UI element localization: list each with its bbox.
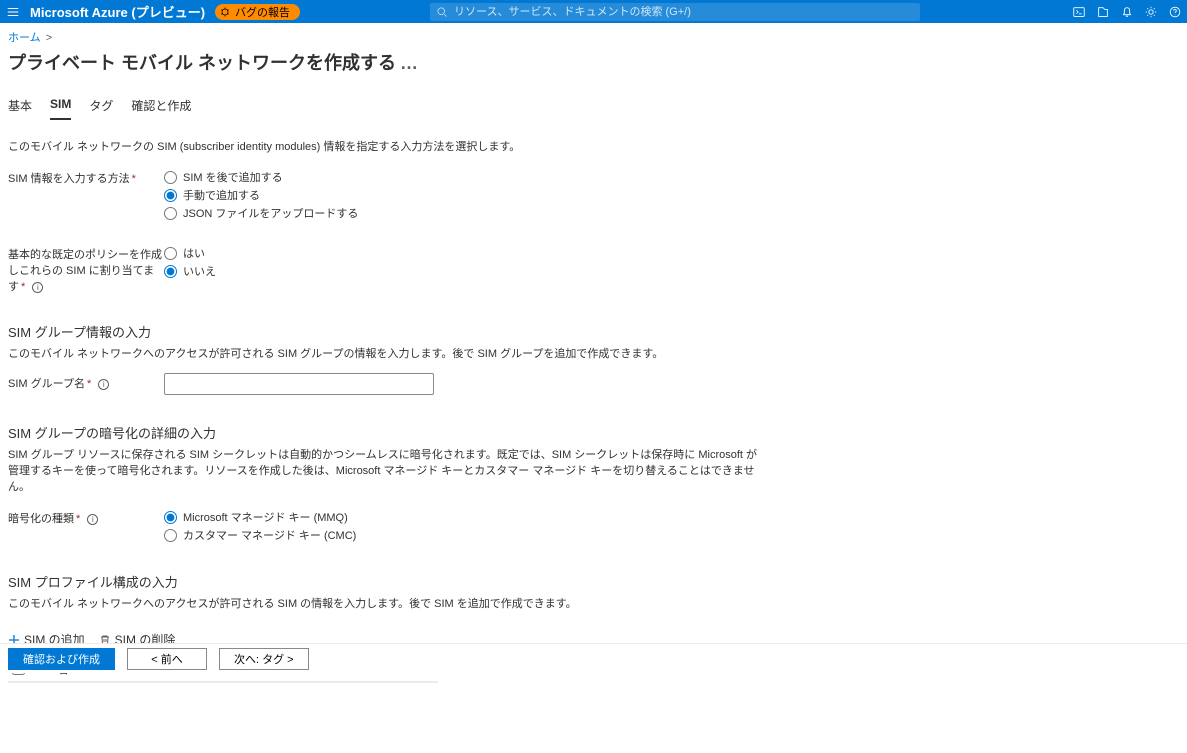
search-icon [436,6,448,18]
policy-no[interactable]: いいえ [164,262,872,280]
encryption-mmq[interactable]: Microsoft マネージド キー (MMQ) [164,508,872,526]
sim-intro-text: このモバイル ネットワークの SIM (subscriber identity … [8,138,872,154]
group-section-title: SIM グループ情報の入力 [8,322,872,341]
breadcrumb-sep: > [46,32,52,44]
directory-icon[interactable] [1091,0,1115,23]
group-name-row: SIM グループ名* i [8,373,872,395]
brand-label: Microsoft Azure (プレビュー) [30,2,205,21]
sim-method-later[interactable]: SIM を後で追加する [164,168,872,186]
notifications-icon[interactable] [1115,0,1139,23]
tab-sim[interactable]: SIM [50,97,71,120]
sim-method-label: SIM 情報を入力する方法* [8,168,164,186]
search-input[interactable] [454,6,914,18]
page-title: プライベート モバイル ネットワークを作成する… [0,47,1187,81]
policy-yes[interactable]: はい [164,244,872,262]
profile-section-title: SIM プロファイル構成の入力 [8,572,872,591]
group-section-desc: このモバイル ネットワークへのアクセスが許可される SIM グループの情報を入力… [8,345,768,361]
encryption-section-desc: SIM グループ リソースに保存される SIM シークレットは自動的かつシームレ… [8,446,768,494]
sim-method-manual[interactable]: 手動で追加する [164,186,872,204]
bug-report-label: バグの報告 [235,4,290,20]
next-button[interactable]: 次へ: タグ > [219,648,309,670]
prev-button[interactable]: < 前へ [127,648,207,670]
info-icon[interactable]: i [32,282,43,293]
policy-label: 基本的な既定のポリシーを作成しこれらの SIM に割り当てます* i [8,244,164,294]
tabs: 基本 SIM タグ 確認と作成 [0,81,1187,120]
page-title-text: プライベート モバイル ネットワークを作成する [8,53,396,73]
policy-row: 基本的な既定のポリシーを作成しこれらの SIM に割り当てます* i はい いい… [8,244,872,294]
group-name-label: SIM グループ名* i [8,373,164,391]
sim-method-json[interactable]: JSON ファイルをアップロードする [164,204,872,222]
bug-report-button[interactable]: バグの報告 [215,4,300,20]
sim-method-row: SIM 情報を入力する方法* SIM を後で追加する 手動で追加する JSON … [8,168,872,222]
title-ellipsis: … [400,53,418,73]
hamburger-icon[interactable] [4,3,22,21]
tab-review[interactable]: 確認と作成 [131,97,191,120]
footer-bar: 確認および作成 < 前へ 次へ: タグ > [0,643,1187,673]
breadcrumb-home[interactable]: ホーム [8,32,41,44]
tab-tags[interactable]: タグ [89,97,113,120]
info-icon[interactable]: i [87,514,98,525]
breadcrumb: ホーム > [0,23,1187,47]
top-bar: Microsoft Azure (プレビュー) バグの報告 [0,0,1187,23]
bug-icon [219,6,231,18]
profile-section-desc: このモバイル ネットワークへのアクセスが許可される SIM の情報を入力します。… [8,595,768,611]
help-icon[interactable] [1163,0,1187,23]
encryption-type-row: 暗号化の種類* i Microsoft マネージド キー (MMQ) カスタマー… [8,508,872,544]
search-box[interactable] [430,3,920,21]
review-create-button[interactable]: 確認および作成 [8,648,115,670]
encryption-type-label: 暗号化の種類* i [8,508,164,526]
settings-icon[interactable] [1139,0,1163,23]
group-name-input[interactable] [164,373,434,395]
encryption-cmc[interactable]: カスタマー マネージド キー (CMC) [164,526,872,544]
cloud-shell-icon[interactable] [1067,0,1091,23]
encryption-section-title: SIM グループの暗号化の詳細の入力 [8,423,872,442]
top-icon-bar [1067,0,1187,23]
tab-basic[interactable]: 基本 [8,97,32,120]
info-icon[interactable]: i [98,379,109,390]
